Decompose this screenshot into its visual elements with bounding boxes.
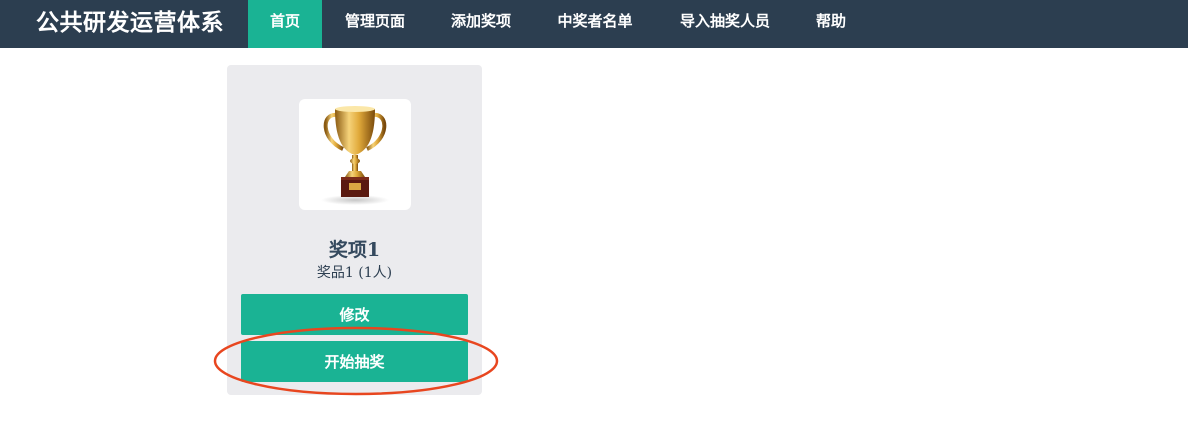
prize-card: 奖项1 奖品1 (1人) 修改 开始抽奖 bbox=[227, 65, 482, 395]
brand-title[interactable]: 公共研发运营体系 bbox=[36, 0, 224, 48]
edit-button[interactable]: 修改 bbox=[241, 294, 468, 335]
nav-winners[interactable]: 中奖者名单 bbox=[534, 0, 656, 48]
prize-image bbox=[299, 99, 411, 210]
nav-add-prize[interactable]: 添加奖项 bbox=[428, 0, 534, 48]
trophy-icon bbox=[321, 106, 389, 205]
top-navbar: 公共研发运营体系 首页 管理页面 添加奖项 中奖者名单 导入抽奖人员 帮助 bbox=[0, 0, 1188, 48]
highlight-ring bbox=[213, 326, 499, 396]
nav-manage[interactable]: 管理页面 bbox=[322, 0, 428, 48]
nav-import[interactable]: 导入抽奖人员 bbox=[656, 0, 794, 48]
prize-subtitle: 奖品1 (1人) bbox=[316, 265, 393, 281]
start-draw-button[interactable]: 开始抽奖 bbox=[241, 341, 468, 382]
nav-help[interactable]: 帮助 bbox=[794, 0, 868, 48]
nav-home[interactable]: 首页 bbox=[248, 0, 322, 48]
prize-title: 奖项1 bbox=[328, 239, 381, 261]
